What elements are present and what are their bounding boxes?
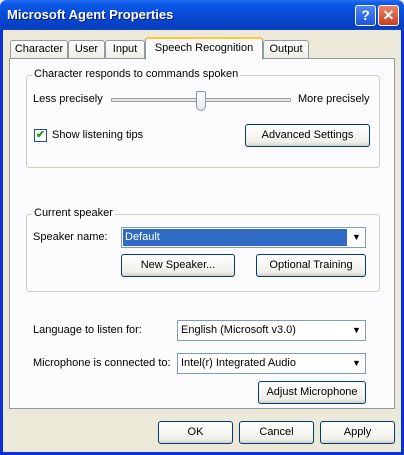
new-speaker-button[interactable]: New Speaker... bbox=[121, 254, 235, 277]
commands-group: Character responds to commands spoken bbox=[26, 68, 380, 168]
more-precisely-label: More precisely bbox=[298, 93, 370, 105]
checkmark-icon: ✔ bbox=[35, 129, 46, 141]
tab-speech-recognition[interactable]: Speech Recognition bbox=[145, 37, 263, 60]
advanced-settings-button[interactable]: Advanced Settings bbox=[245, 124, 370, 147]
language-dropdown[interactable]: English (Microsoft v3.0) ▼ bbox=[177, 320, 366, 341]
dialog-client-area: Character User Input Speech Recognition … bbox=[3, 30, 401, 452]
speaker-group-title: Current speaker bbox=[32, 207, 115, 219]
less-precisely-label: Less precisely bbox=[33, 93, 103, 105]
slider-thumb[interactable] bbox=[196, 91, 206, 111]
title-bar[interactable]: Microsoft Agent Properties ? ✕ bbox=[0, 0, 404, 30]
speech-recognition-panel: Character responds to commands spoken Le… bbox=[9, 58, 395, 409]
microphone-dropdown[interactable]: Intel(r) Integrated Audio ▼ bbox=[177, 353, 366, 374]
window-title: Microsoft Agent Properties bbox=[7, 7, 174, 22]
adjust-microphone-button[interactable]: Adjust Microphone bbox=[258, 381, 366, 404]
microphone-value: Intel(r) Integrated Audio bbox=[181, 357, 296, 369]
chevron-down-icon[interactable]: ▼ bbox=[349, 322, 364, 339]
tab-character[interactable]: Character bbox=[10, 40, 68, 59]
apply-button[interactable]: Apply bbox=[320, 421, 395, 444]
chevron-down-icon[interactable]: ▼ bbox=[349, 355, 364, 372]
microphone-label: Microphone is connected to: bbox=[33, 357, 171, 369]
help-button[interactable]: ? bbox=[355, 5, 376, 26]
show-tips-checkbox[interactable]: ✔ bbox=[34, 129, 47, 142]
chevron-down-icon[interactable]: ▼ bbox=[349, 229, 364, 246]
cancel-button[interactable]: Cancel bbox=[239, 421, 314, 444]
show-tips-label: Show listening tips bbox=[52, 129, 144, 141]
speaker-name-label: Speaker name: bbox=[33, 231, 108, 243]
tab-output[interactable]: Output bbox=[263, 40, 309, 59]
language-value: English (Microsoft v3.0) bbox=[181, 324, 296, 336]
tab-user[interactable]: User bbox=[68, 40, 105, 59]
ok-button[interactable]: OK bbox=[158, 421, 233, 444]
speaker-name-dropdown[interactable]: Default ▼ bbox=[121, 227, 366, 248]
commands-group-title: Character responds to commands spoken bbox=[32, 68, 241, 80]
close-button[interactable]: ✕ bbox=[378, 5, 399, 26]
optional-training-button[interactable]: Optional Training bbox=[256, 254, 366, 277]
speaker-name-value: Default bbox=[123, 229, 347, 246]
tab-input[interactable]: Input bbox=[105, 40, 145, 59]
language-label: Language to listen for: bbox=[33, 324, 142, 336]
help-icon: ? bbox=[361, 7, 370, 23]
properties-window: Microsoft Agent Properties ? ✕ Character… bbox=[0, 0, 404, 455]
speaker-group: Current speaker bbox=[26, 207, 380, 292]
close-icon: ✕ bbox=[382, 7, 395, 23]
